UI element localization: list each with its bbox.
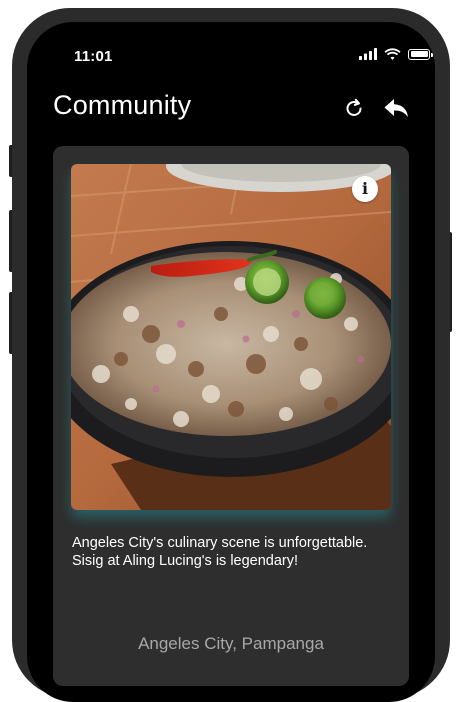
screen: 11:01 Community i Angeles City's culinar…: [27, 22, 435, 702]
refresh-button[interactable]: [339, 93, 369, 123]
info-icon: i: [361, 179, 369, 198]
status-time: 11:01: [74, 48, 113, 65]
status-icons: [359, 48, 433, 60]
page-title: Community: [53, 90, 192, 120]
info-button[interactable]: i: [352, 176, 378, 202]
post-card[interactable]: i Angeles City's culinary scene is unfor…: [53, 146, 409, 686]
post-photo[interactable]: [71, 164, 391, 510]
battery-icon: [408, 48, 433, 60]
post-photo-container: i: [71, 164, 391, 510]
cellular-signal-icon: [359, 48, 377, 60]
reply-arrow-icon: [384, 99, 408, 117]
refresh-icon: [346, 98, 362, 116]
sisig-photo: [71, 164, 391, 510]
post-caption: Angeles City's culinary scene is unforge…: [72, 535, 368, 569]
post-location: Angeles City, Pampanga: [138, 634, 324, 653]
wifi-icon: [384, 48, 401, 60]
reply-button[interactable]: [381, 93, 411, 123]
phone-frame: 11:01 Community i Angeles City's culinar…: [0, 0, 461, 702]
